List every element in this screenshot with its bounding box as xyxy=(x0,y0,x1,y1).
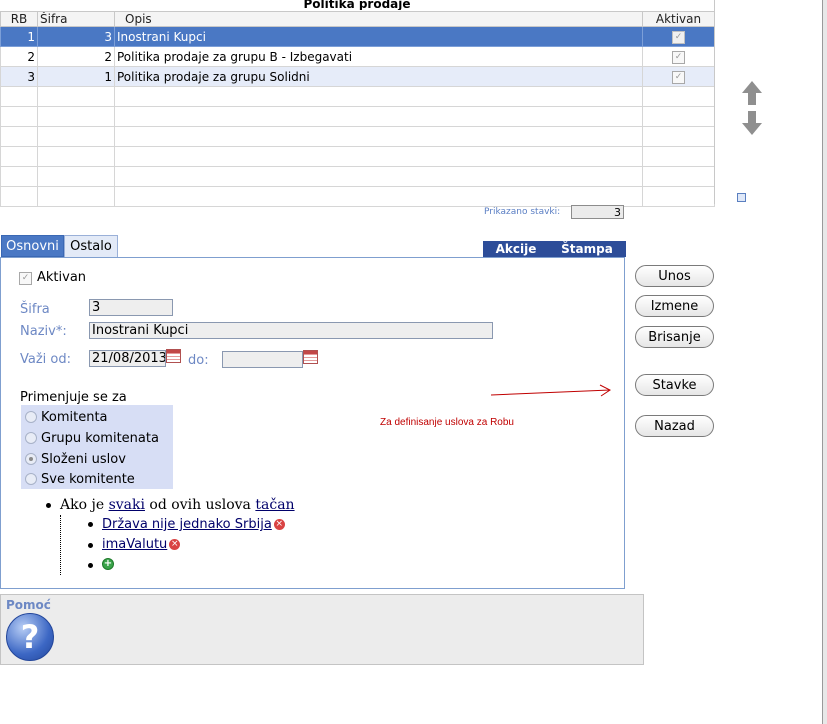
aktivan-checkbox[interactable]: ✓ xyxy=(672,30,685,44)
applies-to-radio-group: Komitenta Grupu komitenata Složeni uslov… xyxy=(21,405,173,489)
radio-label: Složeni uslov xyxy=(41,452,126,467)
naziv-label: Naziv*: xyxy=(20,324,67,339)
tree-line xyxy=(60,515,61,575)
aktivan-checkbox[interactable]: ✓ xyxy=(672,70,685,84)
radio-label: Komitenta xyxy=(41,410,108,425)
radio-label: Sve komitente xyxy=(41,472,135,487)
empty-row xyxy=(0,106,715,127)
radio-icon[interactable] xyxy=(25,431,37,444)
condition-middle: od ovih uslova xyxy=(149,497,251,513)
annotation-note: Za definisanje uslova za Robu xyxy=(380,417,514,428)
cell-sifra: 1 xyxy=(37,66,115,87)
radio-grupu-komitenata[interactable]: Grupu komitenata xyxy=(25,429,159,449)
unos-button[interactable]: Unos xyxy=(635,265,714,287)
aktivan-checkbox[interactable]: ✓ xyxy=(19,272,32,285)
radio-sve-komitente[interactable]: Sve komitente xyxy=(25,470,135,490)
vazi-od-field[interactable]: 21/08/2013 xyxy=(89,350,166,367)
nazad-button[interactable]: Nazad xyxy=(635,415,714,437)
delete-icon[interactable]: × xyxy=(273,519,285,530)
do-label: do: xyxy=(188,353,209,368)
cell-opis: Politika prodaje za grupu Solidni xyxy=(114,66,643,87)
svaki-link[interactable]: svaki xyxy=(109,497,145,513)
condition-link-drzava[interactable]: Država nije jednako Srbija xyxy=(102,517,272,532)
naziv-field[interactable]: Inostrani Kupci xyxy=(89,322,493,339)
tab-osnovni[interactable]: Osnovni xyxy=(1,235,64,257)
radio-icon[interactable] xyxy=(25,410,37,423)
cell-aktivan: ✓ xyxy=(642,46,715,67)
radio-komitenta[interactable]: Komitenta xyxy=(25,408,108,428)
help-label: Pomoć xyxy=(6,598,51,612)
help-panel xyxy=(0,594,644,665)
empty-row xyxy=(0,86,715,107)
table-row[interactable]: 3 1 Politika prodaje za grupu Solidni ✓ xyxy=(0,66,715,87)
cell-rb: 1 xyxy=(0,26,38,47)
cell-rb: 2 xyxy=(0,46,38,67)
bullet-icon xyxy=(46,503,51,508)
empty-row xyxy=(0,126,715,147)
empty-row xyxy=(0,146,715,167)
empty-row xyxy=(0,186,715,207)
do-field[interactable] xyxy=(222,351,303,368)
radio-slozeni-uslov[interactable]: Složeni uslov xyxy=(25,450,126,470)
condition-prefix: Ako je xyxy=(60,497,105,513)
tab-ostalo[interactable]: Ostalo xyxy=(64,235,118,257)
cell-rb: 3 xyxy=(0,66,38,87)
sifra-field[interactable]: 3 xyxy=(89,299,173,316)
stavke-button[interactable]: Stavke xyxy=(635,374,714,396)
bullet-icon xyxy=(88,563,93,568)
akcije-menu[interactable]: Akcije xyxy=(483,241,549,257)
aktivan-label: Aktivan xyxy=(37,270,87,285)
window-scrollbar-edge xyxy=(822,0,827,724)
vazi-od-label: Važi od: xyxy=(20,352,72,367)
count-label: Prikazano stavki: xyxy=(484,207,561,217)
count-value: 3 xyxy=(571,205,624,219)
empty-row xyxy=(0,166,715,187)
column-header-rb[interactable]: RB xyxy=(0,11,38,27)
radio-icon[interactable] xyxy=(25,472,37,485)
condition-item: imaValutu × xyxy=(102,537,181,552)
column-header-opis[interactable]: Opis xyxy=(114,11,643,27)
table-row[interactable]: 2 2 Politika prodaje za grupu B - Izbega… xyxy=(0,46,715,67)
sifra-label: Šifra xyxy=(20,302,50,317)
cell-opis: Inostrani Kupci xyxy=(114,26,643,47)
cell-aktivan: ✓ xyxy=(642,26,715,47)
annotation-arrow-icon xyxy=(490,384,611,397)
column-header-sifra[interactable]: Šifra xyxy=(37,11,115,27)
grid-settings-icon[interactable] xyxy=(737,193,746,202)
calendar-icon[interactable] xyxy=(166,349,181,363)
izmene-button[interactable]: Izmene xyxy=(635,295,714,317)
cell-sifra: 2 xyxy=(37,46,115,67)
policy-grid: RB Šifra Opis Aktivan 1 3 Inostrani Kupc… xyxy=(0,11,715,207)
cell-sifra: 3 xyxy=(37,26,115,47)
cell-aktivan: ✓ xyxy=(642,66,715,87)
stampa-menu[interactable]: Štampa xyxy=(556,241,618,257)
condition-item: Država nije jednako Srbija × xyxy=(102,517,285,532)
delete-icon[interactable]: × xyxy=(169,539,181,550)
cell-opis: Politika prodaje za grupu B - Izbegavati xyxy=(114,46,643,67)
grid-header-row: RB Šifra Opis Aktivan xyxy=(0,11,715,27)
table-row[interactable]: 1 3 Inostrani Kupci ✓ xyxy=(0,26,715,47)
bullet-icon xyxy=(88,543,93,548)
radio-label: Grupu komitenata xyxy=(41,431,159,446)
brisanje-button[interactable]: Brisanje xyxy=(635,326,714,348)
aktivan-checkbox[interactable]: ✓ xyxy=(672,50,685,64)
grid-title: Politika prodaje xyxy=(303,0,411,10)
help-icon[interactable]: ? xyxy=(6,613,54,661)
bullet-icon xyxy=(88,522,93,527)
condition-link-imavalutu[interactable]: imaValutu xyxy=(102,537,167,552)
tacan-link[interactable]: tačan xyxy=(255,497,294,513)
move-up-icon[interactable] xyxy=(741,80,763,106)
calendar-icon[interactable] xyxy=(303,350,318,364)
column-header-aktivan[interactable]: Aktivan xyxy=(642,11,715,27)
add-condition-icon[interactable]: + xyxy=(102,558,114,570)
radio-selected-icon[interactable] xyxy=(25,452,37,465)
primenjuje-label: Primenjuje se za xyxy=(20,390,127,405)
grid-right-border xyxy=(714,0,715,204)
condition-root: Ako je svaki od ovih uslova tačan xyxy=(60,497,295,513)
move-down-icon[interactable] xyxy=(741,110,763,136)
